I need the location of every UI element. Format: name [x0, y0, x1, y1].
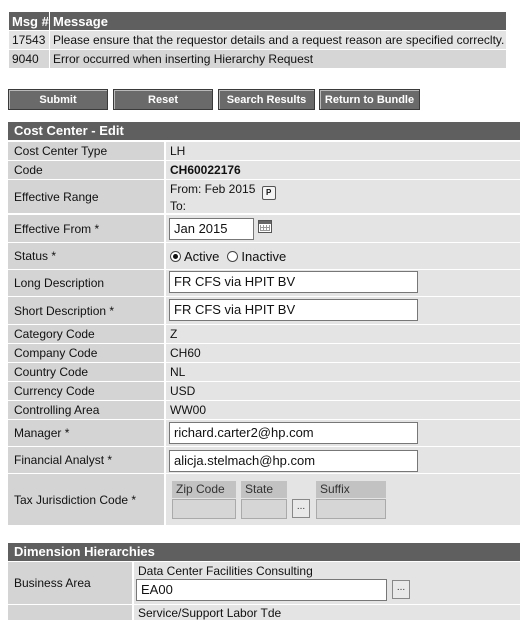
- field-label: Long Description: [8, 270, 164, 296]
- message-text: Error occurred when inserting Hierarchy …: [49, 49, 507, 69]
- code-row: Code CH60022176: [8, 161, 520, 179]
- message-number: 17543: [8, 30, 50, 50]
- msg-num-header: Msg #: [8, 11, 50, 31]
- message-table: Msg # Message 17543 Please ensure that t…: [8, 11, 507, 69]
- business-area-input[interactable]: EA00: [136, 579, 387, 601]
- code-value: CH60022176: [166, 161, 520, 179]
- country-code-row: Country Code NL: [8, 363, 520, 381]
- effective-from-input[interactable]: Jan 2015: [169, 218, 254, 240]
- business-area-lookup-button[interactable]: ...: [392, 580, 410, 599]
- message-header-row: Msg # Message: [8, 11, 507, 31]
- long-description-input[interactable]: FR CFS via HPIT BV: [169, 271, 418, 293]
- category-code-value: Z: [166, 325, 520, 343]
- manager-input[interactable]: richard.carter2@hp.com: [169, 422, 418, 444]
- short-description-input[interactable]: FR CFS via HPIT BV: [169, 299, 418, 321]
- status-row: Status * Active Inactive: [8, 243, 520, 269]
- effective-range-value: From: Feb 2015 P To:: [166, 180, 520, 213]
- status-inactive-label: Inactive: [241, 248, 287, 264]
- calendar-icon[interactable]: [258, 220, 272, 233]
- field-label: Business Area: [8, 562, 132, 604]
- company-code-row: Company Code CH60: [8, 344, 520, 362]
- effective-range-from: From: Feb 2015: [170, 182, 256, 196]
- field-label: Cost Center Type: [8, 142, 164, 160]
- reset-button[interactable]: Reset: [113, 89, 213, 110]
- category-code-row: Category Code Z: [8, 325, 520, 343]
- next-dimension-description: Service/Support Labor Tde: [134, 605, 520, 620]
- pdf-icon[interactable]: P: [261, 186, 276, 200]
- field-label: Country Code: [8, 363, 164, 381]
- field-label: Code: [8, 161, 164, 179]
- field-label: Status *: [8, 243, 164, 269]
- return-to-bundle-button[interactable]: Return to Bundle: [319, 89, 420, 110]
- next-dimension-row: Service/Support Labor Tde: [8, 605, 520, 620]
- effective-range-row: Effective Range From: Feb 2015 P To:: [8, 180, 520, 213]
- zip-code-input[interactable]: [172, 499, 236, 519]
- status-active-radio[interactable]: [170, 250, 181, 262]
- submit-button[interactable]: Submit: [8, 89, 108, 110]
- state-lookup-button[interactable]: ...: [292, 499, 310, 518]
- field-label: Effective From *: [8, 215, 164, 242]
- cost-center-edit-title: Cost Center - Edit: [8, 122, 520, 140]
- suffix-input[interactable]: [316, 499, 386, 519]
- financial-analyst-input[interactable]: alicja.stelmach@hp.com: [169, 450, 418, 472]
- field-label: Effective Range: [8, 180, 164, 213]
- field-label: Short Description *: [8, 297, 164, 324]
- field-label: [8, 605, 132, 620]
- search-results-button[interactable]: Search Results: [218, 89, 315, 110]
- state-input[interactable]: [241, 499, 287, 519]
- country-code-value: NL: [166, 363, 520, 381]
- suffix-label: Suffix: [316, 481, 386, 498]
- message-header: Message: [49, 11, 507, 31]
- dimension-hierarchies-title: Dimension Hierarchies: [8, 543, 520, 561]
- state-label: State: [241, 481, 287, 498]
- zip-code-label: Zip Code: [172, 481, 236, 498]
- controlling-area-row: Controlling Area WW00: [8, 401, 520, 419]
- field-label: Currency Code: [8, 382, 164, 400]
- cost-center-type-row: Cost Center Type LH: [8, 142, 520, 160]
- company-code-value: CH60: [166, 344, 520, 362]
- effective-range-to: To:: [170, 199, 187, 213]
- message-text: Please ensure that the requestor details…: [49, 30, 507, 50]
- message-row: 17543 Please ensure that the requestor d…: [8, 30, 507, 50]
- field-label: Tax Jurisdiction Code *: [8, 474, 164, 525]
- message-row: 9040 Error occurred when inserting Hiera…: [8, 49, 507, 69]
- field-label: Category Code: [8, 325, 164, 343]
- controlling-area-value: WW00: [166, 401, 520, 419]
- status-inactive-radio[interactable]: [227, 250, 239, 262]
- business-area-description: Data Center Facilities Consulting: [138, 564, 313, 578]
- field-label: Financial Analyst *: [8, 447, 164, 473]
- cost-center-type-value: LH: [166, 142, 520, 160]
- field-label: Manager *: [8, 420, 164, 446]
- field-label: Company Code: [8, 344, 164, 362]
- currency-code-value: USD: [166, 382, 520, 400]
- field-label: Controlling Area: [8, 401, 164, 419]
- message-number: 9040: [8, 49, 50, 69]
- currency-code-row: Currency Code USD: [8, 382, 520, 400]
- status-options: Active Inactive: [166, 243, 520, 269]
- status-active-label: Active: [184, 248, 220, 264]
